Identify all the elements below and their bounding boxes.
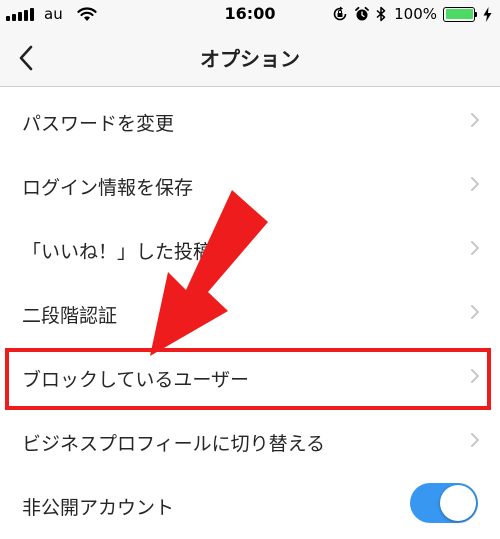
option-two-factor-auth[interactable]: 二段階認証	[0, 279, 500, 343]
chevron-right-icon	[471, 369, 479, 383]
toggle-knob	[440, 485, 476, 521]
status-bar: au 16:00 100%	[0, 0, 500, 30]
chevron-right-icon	[471, 177, 479, 191]
option-private-account: 非公開アカウント	[0, 471, 500, 535]
option-label: ログイン情報を保存	[22, 177, 194, 199]
chevron-right-icon	[471, 241, 479, 255]
option-label: ビジネスプロフィールに切り替える	[22, 433, 326, 455]
alarm-icon	[354, 6, 370, 22]
chevron-right-icon	[471, 305, 479, 319]
chevron-right-icon	[471, 113, 479, 127]
option-save-login-info[interactable]: ログイン情報を保存	[0, 151, 500, 215]
navigation-bar: オプション	[0, 30, 500, 87]
orientation-lock-icon	[332, 6, 348, 22]
option-switch-to-business[interactable]: ビジネスプロフィールに切り替える	[0, 407, 500, 471]
battery-level-fill	[445, 9, 473, 19]
option-change-password[interactable]: パスワードを変更	[0, 87, 500, 151]
battery-icon	[443, 6, 475, 22]
option-label: 「いいね！」した投稿	[22, 241, 213, 263]
page-title: オプション	[200, 47, 300, 71]
options-list: パスワードを変更 ログイン情報を保存 「いいね！」した投稿 二段階認証 ブロック…	[0, 87, 500, 535]
option-blocked-users[interactable]: ブロックしているユーザー	[0, 343, 500, 407]
option-label: 二段階認証	[22, 305, 118, 327]
option-label: 非公開アカウント	[22, 497, 175, 519]
battery-cap	[475, 11, 477, 17]
option-liked-posts[interactable]: 「いいね！」した投稿	[0, 215, 500, 279]
battery-percent: 100%	[394, 5, 437, 23]
bluetooth-icon	[376, 6, 386, 22]
phone-screen: au 16:00 100% オプション パスワードを変更 ログイン情報を保存 「…	[0, 0, 500, 539]
private-account-toggle[interactable]	[410, 483, 478, 523]
option-label: パスワードを変更	[22, 113, 175, 135]
status-right: 100%	[326, 5, 492, 23]
option-label: ブロックしているユーザー	[22, 369, 250, 391]
chevron-right-icon	[471, 433, 479, 447]
charging-bolt-icon	[483, 6, 492, 22]
